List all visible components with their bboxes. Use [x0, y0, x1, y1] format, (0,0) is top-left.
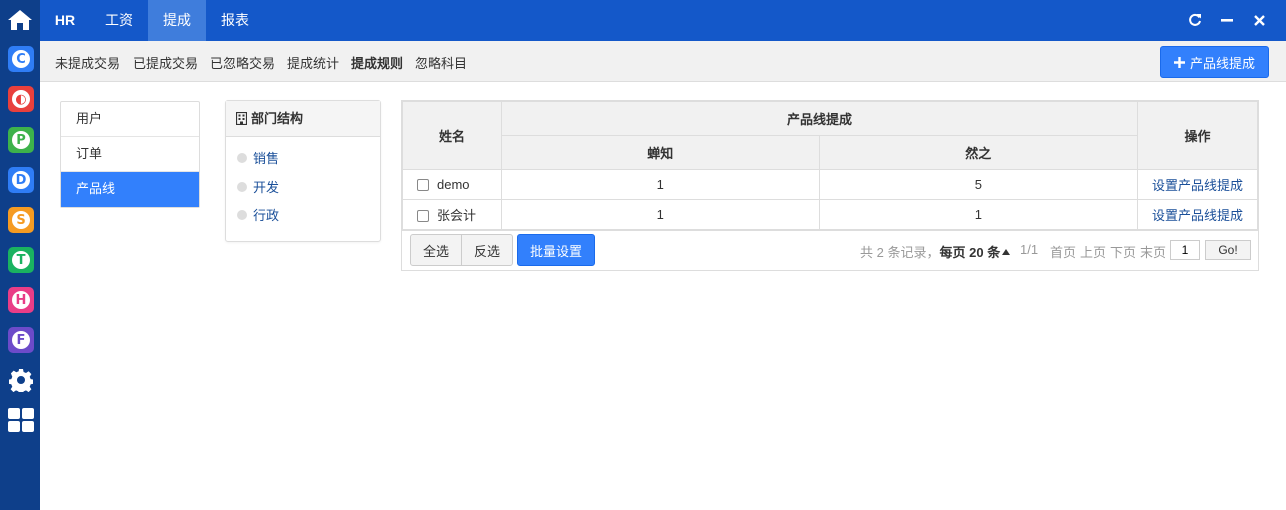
invert-selection-button[interactable]: 反选: [461, 234, 513, 266]
building-icon: [236, 112, 247, 125]
side-menu: 用户 订单 产品线: [60, 101, 200, 208]
letter-t-icon[interactable]: T: [8, 247, 34, 273]
pager-last[interactable]: 末页: [1140, 242, 1166, 261]
cell-action: 设置产品线提成: [1137, 169, 1258, 200]
grid-apps-icon[interactable]: [7, 406, 34, 433]
dept-item-sales[interactable]: 销售: [237, 148, 279, 167]
app-dock: C ◐ P D S T H F: [0, 0, 40, 510]
pager-page-ratio: 1/1: [1020, 242, 1039, 257]
row-checkbox[interactable]: [417, 210, 429, 222]
menu-item-orders[interactable]: 订单: [61, 137, 199, 172]
letter-f-icon[interactable]: F: [8, 327, 34, 353]
pager-next[interactable]: 下页: [1110, 242, 1136, 261]
add-product-line-commission-button[interactable]: 产品线提成: [1160, 46, 1269, 78]
cell-name: demo: [402, 169, 502, 200]
row-checkbox[interactable]: [417, 179, 429, 191]
dept-item-label: 开发: [253, 180, 280, 195]
cell-value: 1: [818, 199, 1139, 230]
col-header-ranzhi: 然之: [818, 135, 1139, 170]
letter-p-icon[interactable]: P: [8, 127, 34, 153]
subnav-tracked-deals[interactable]: 已提成交易: [133, 53, 198, 72]
dot-icon: [237, 152, 247, 163]
top-navbar: HR 工资 提成 报表: [40, 0, 1286, 41]
gear-icon[interactable]: [7, 366, 34, 393]
dock-app-glyph: D: [12, 171, 30, 189]
table-footer: 全选 反选 批量设置 共 2 条记录，每页 20 条 1/1 首页 上页 下页 …: [402, 230, 1258, 270]
minimize-icon[interactable]: [1219, 12, 1235, 28]
nav-tab-salary[interactable]: 工资: [90, 0, 148, 41]
menu-item-product-line[interactable]: 产品线: [61, 172, 199, 207]
subnav-ignored-subjects[interactable]: 忽略科目: [415, 53, 467, 72]
dept-item-label: 行政: [253, 208, 280, 223]
letter-d-icon[interactable]: D: [8, 167, 34, 193]
nav-tab-reports[interactable]: 报表: [206, 0, 264, 41]
subnav-ignored-deals[interactable]: 已忽略交易: [210, 53, 275, 72]
table-row: demo 1 5 设置产品线提成: [402, 169, 1258, 200]
nav-brand-hr[interactable]: HR: [40, 0, 90, 41]
cell-value: 1: [500, 199, 820, 230]
col-header-actions: 操作: [1137, 101, 1258, 170]
cell-action: 设置产品线提成: [1137, 199, 1258, 230]
letter-c-icon[interactable]: C: [8, 46, 34, 72]
dock-app-glyph: S: [12, 211, 30, 229]
commission-table-panel: 姓名 产品线提成 操作 蝉知 然之 demo 1 5 设置产品线提成 张会计 1…: [401, 100, 1259, 271]
row-name-text: 张会计: [437, 208, 477, 223]
col-header-chanzhi: 蝉知: [500, 135, 820, 170]
select-all-button[interactable]: 全选: [410, 234, 462, 266]
go-page-button[interactable]: Go!: [1205, 240, 1251, 260]
department-panel: 部门结构 销售 开发 行政: [225, 100, 381, 242]
subnav-commission-stats[interactable]: 提成统计: [287, 53, 339, 72]
set-product-line-commission-link[interactable]: 设置产品线提成: [1152, 208, 1243, 223]
dept-item-label: 销售: [253, 151, 280, 166]
cell-value: 5: [818, 169, 1139, 200]
set-product-line-commission-link[interactable]: 设置产品线提成: [1152, 178, 1243, 193]
plus-icon: [1173, 56, 1185, 68]
dock-app-glyph: C: [12, 50, 30, 68]
col-header-product-line-commission: 产品线提成: [500, 101, 1139, 136]
commission-table: 姓名 产品线提成 操作 蝉知 然之 demo 1 5 设置产品线提成 张会计 1…: [402, 101, 1258, 230]
subnav-untracked-deals[interactable]: 未提成交易: [55, 53, 120, 72]
subnav-commission-rules[interactable]: 提成规则: [351, 53, 403, 72]
menu-item-users[interactable]: 用户: [61, 102, 199, 137]
refresh-icon[interactable]: [1187, 12, 1203, 28]
dept-item-dev[interactable]: 开发: [237, 177, 279, 196]
pager-summary: 共 2 条记录，每页 20 条: [860, 245, 1001, 260]
dept-item-admin[interactable]: 行政: [237, 205, 279, 224]
cell-name: 张会计: [402, 199, 502, 230]
col-header-name: 姓名: [402, 101, 502, 170]
dock-app-glyph: T: [12, 251, 30, 269]
half-circle-icon[interactable]: ◐: [8, 86, 34, 112]
add-button-label: 产品线提成: [1189, 55, 1255, 71]
cell-value: 1: [500, 169, 820, 200]
dock-app-glyph: P: [12, 131, 30, 149]
sub-navbar: 未提成交易 已提成交易 已忽略交易 提成统计 提成规则 忽略科目 产品线提成: [40, 41, 1286, 82]
table-row: 张会计 1 1 设置产品线提成: [402, 199, 1258, 230]
per-page-caret-icon[interactable]: [1002, 243, 1010, 258]
letter-h-icon[interactable]: H: [8, 287, 34, 313]
dock-app-glyph: ◐: [12, 90, 30, 108]
dot-icon: [237, 181, 247, 192]
pager-first[interactable]: 首页: [1050, 242, 1076, 261]
batch-set-button[interactable]: 批量设置: [517, 234, 595, 266]
dock-app-glyph: F: [12, 331, 30, 349]
department-panel-title: 部门结构: [251, 111, 304, 126]
letter-s-icon[interactable]: S: [8, 207, 34, 233]
dot-icon: [237, 209, 247, 220]
department-panel-header: 部门结构: [226, 101, 380, 137]
pager-prev[interactable]: 上页: [1080, 242, 1106, 261]
page-number-input[interactable]: [1170, 240, 1200, 260]
dock-app-glyph: H: [12, 291, 30, 309]
home-icon[interactable]: [0, 0, 40, 40]
row-name-text: demo: [437, 177, 470, 192]
close-icon[interactable]: [1251, 12, 1267, 28]
nav-tab-commission[interactable]: 提成: [148, 0, 206, 41]
